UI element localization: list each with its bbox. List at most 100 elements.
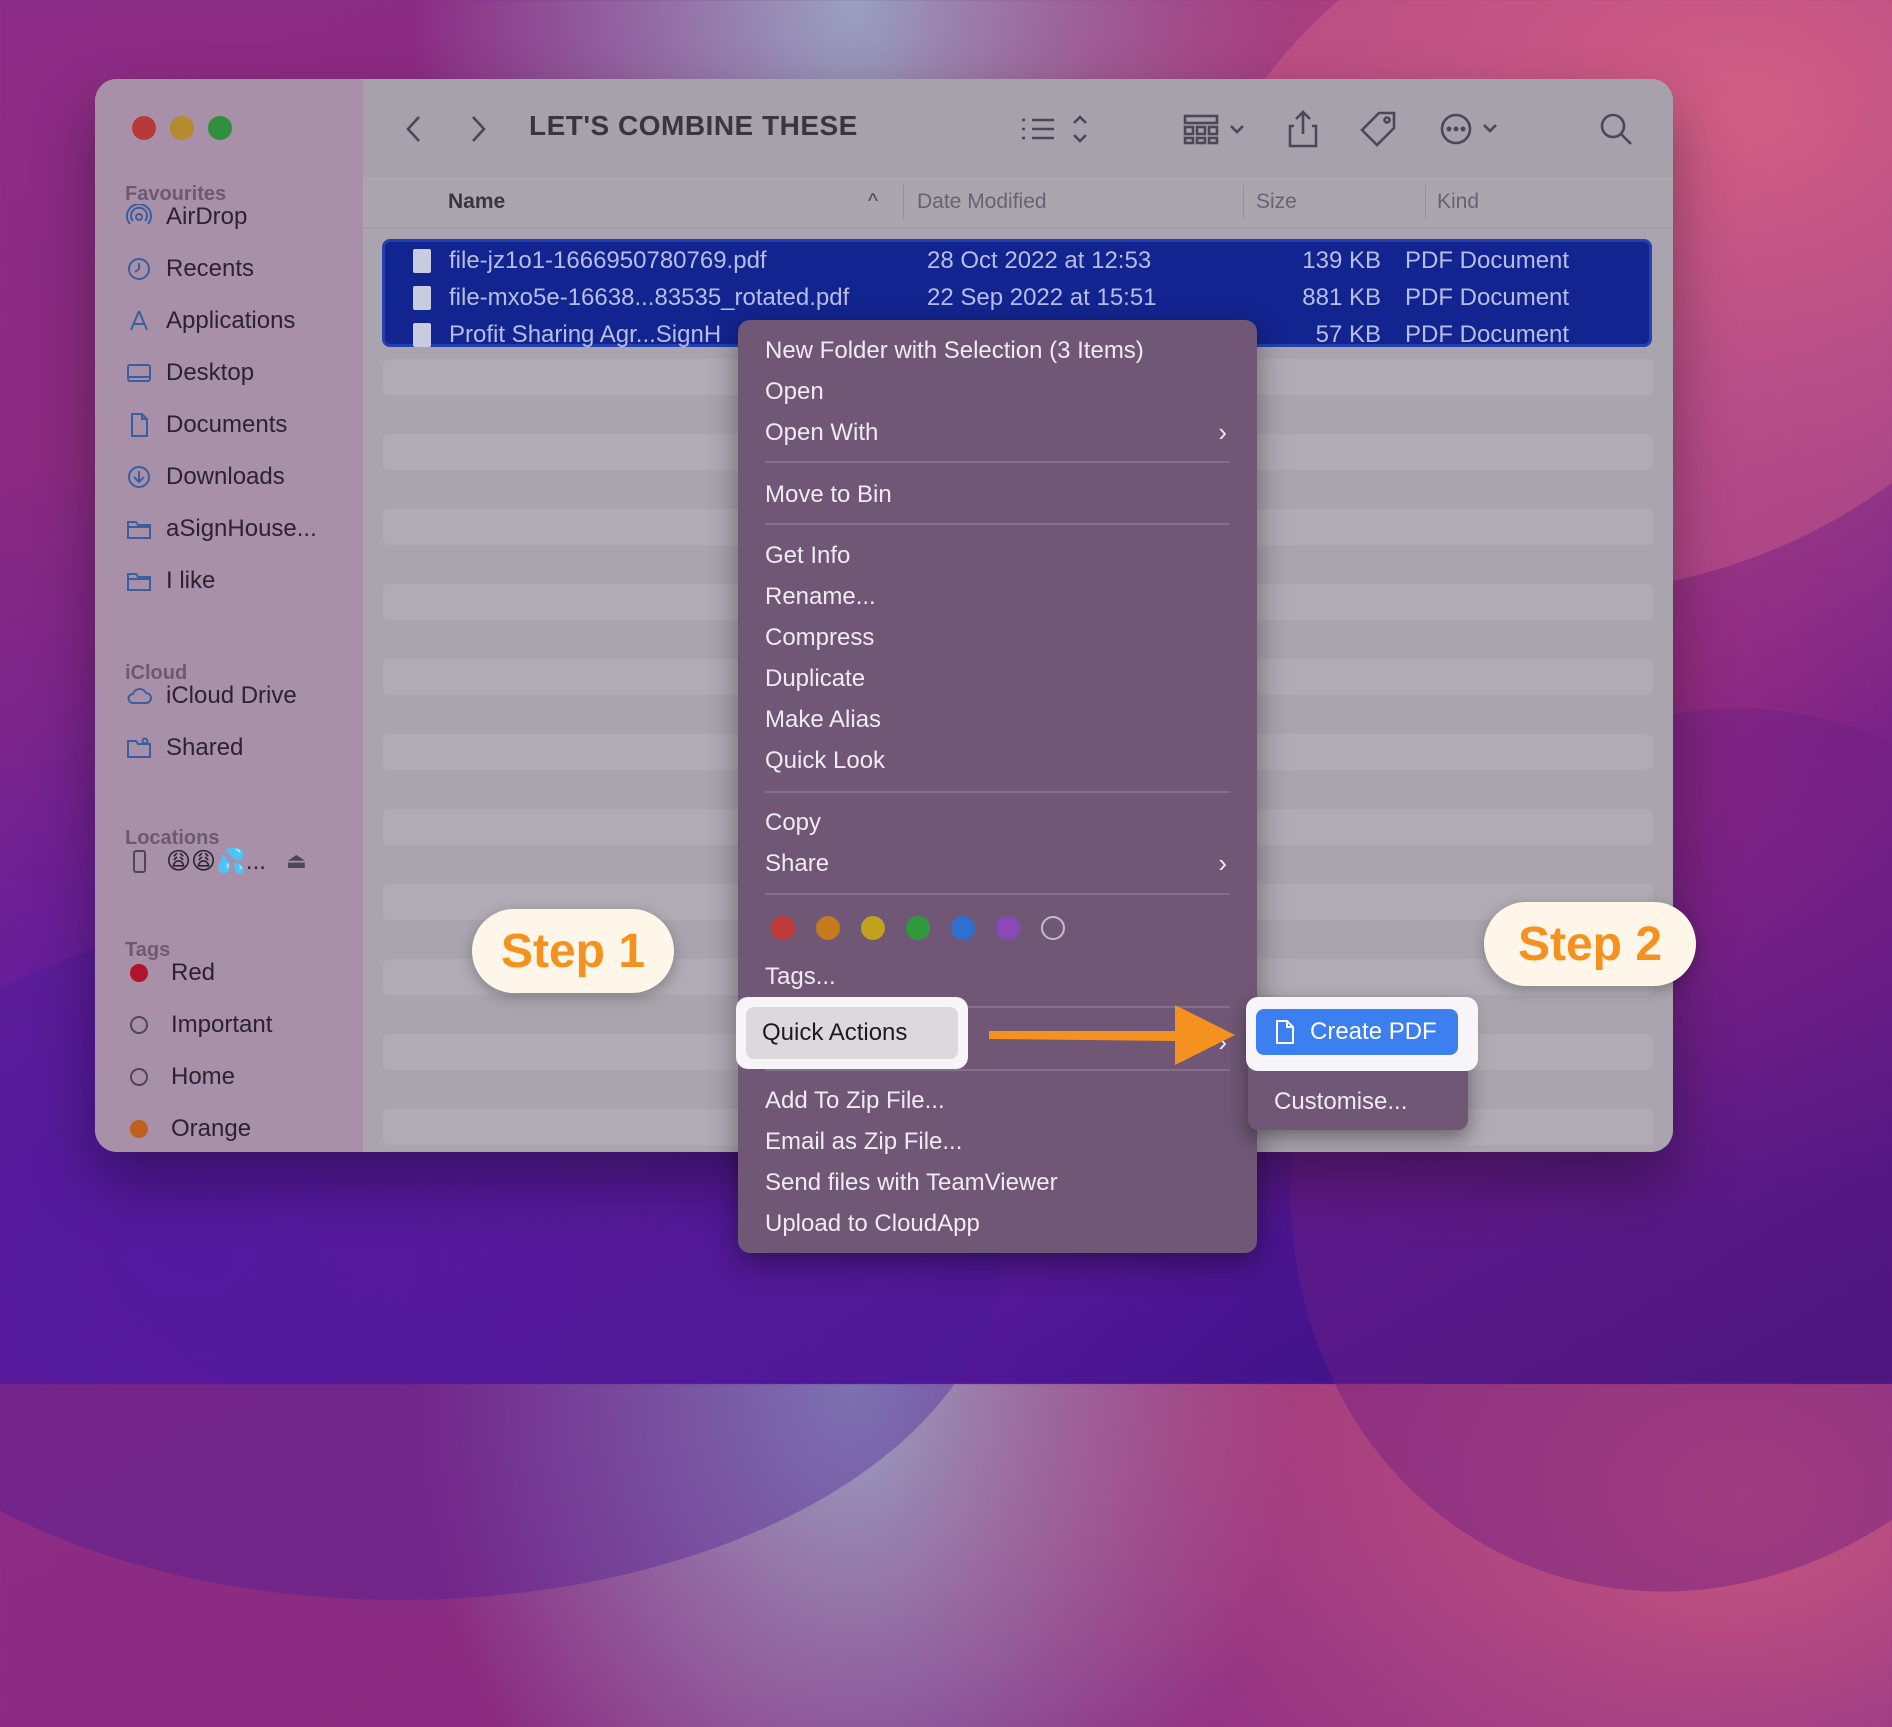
- menu-separator: [765, 791, 1230, 793]
- toolbar: LET'S COMBINE THESE: [363, 79, 1673, 177]
- column-divider: [1243, 185, 1244, 219]
- file-name: file-mxo5e-16638...83535_rotated.pdf: [449, 284, 850, 311]
- share-button[interactable]: [1283, 109, 1323, 149]
- sidebar-item-airdrop[interactable]: AirDrop: [125, 197, 247, 237]
- tag-color-yellow[interactable]: [861, 916, 885, 940]
- empty-tag-dot-icon: [130, 1016, 148, 1034]
- menu-item-send-teamviewer[interactable]: Send files with TeamViewer: [765, 1169, 1058, 1197]
- sidebar-item-tag-orange[interactable]: Orange: [125, 1109, 251, 1149]
- sidebar-item-icloud-drive[interactable]: iCloud Drive: [125, 676, 297, 716]
- column-date-modified[interactable]: Date Modified: [917, 190, 1047, 214]
- sidebar-item-downloads[interactable]: Downloads: [125, 457, 285, 497]
- sidebar-item-documents[interactable]: Documents: [125, 405, 287, 445]
- column-size[interactable]: Size: [1256, 190, 1297, 214]
- eject-icon[interactable]: ⏏: [286, 848, 307, 874]
- step-2-label: Step 2: [1484, 902, 1696, 986]
- quick-actions-highlight: Quick Actions: [736, 997, 968, 1069]
- document-icon: [1276, 1020, 1294, 1044]
- chevron-right-icon: [472, 116, 486, 142]
- chevron-right-icon: ›: [1218, 417, 1227, 447]
- create-pdf-label: Create PDF: [1310, 1018, 1437, 1045]
- sidebar-item-tag-home[interactable]: Home: [125, 1057, 235, 1097]
- tag-icon: [1360, 111, 1396, 147]
- folder-icon: [125, 567, 153, 595]
- arrow-annotation: [989, 1005, 1235, 1065]
- airdrop-icon: [125, 203, 153, 231]
- menu-item-open-with[interactable]: Open With: [765, 419, 878, 447]
- applications-icon: [125, 307, 153, 335]
- create-pdf-button[interactable]: Create PDF: [1256, 1009, 1458, 1055]
- menu-item-share[interactable]: Share: [765, 850, 829, 878]
- sidebar-item-device[interactable]: 😩😩💦... ⏏: [125, 841, 307, 881]
- menu-item-copy[interactable]: Copy: [765, 809, 821, 837]
- menu-item-tags[interactable]: Tags...: [765, 963, 836, 991]
- view-options-button[interactable]: [1013, 109, 1093, 149]
- sidebar-item-recents[interactable]: Recents: [125, 249, 254, 289]
- back-button[interactable]: [399, 109, 429, 149]
- sidebar-item-desktop[interactable]: Desktop: [125, 353, 254, 393]
- column-kind[interactable]: Kind: [1437, 190, 1479, 214]
- forward-button[interactable]: [463, 109, 493, 149]
- menu-separator: [765, 893, 1230, 895]
- file-row[interactable]: file-mxo5e-16638...83535_rotated.pdf 22 …: [385, 280, 1649, 316]
- tag-color-purple[interactable]: [996, 916, 1020, 940]
- menu-item-make-alias[interactable]: Make Alias: [765, 706, 881, 734]
- grid-icon: [1183, 114, 1244, 145]
- tag-color-blue[interactable]: [951, 916, 975, 940]
- ellipsis-circle-icon: [1440, 113, 1497, 145]
- tag-color-green[interactable]: [906, 916, 930, 940]
- menu-item-compress[interactable]: Compress: [765, 624, 874, 652]
- tag-color-red[interactable]: [771, 916, 795, 940]
- file-name: Profit Sharing Agr...SignH: [449, 321, 722, 348]
- more-actions-button[interactable]: [1438, 109, 1508, 149]
- menu-item-customise[interactable]: Customise...: [1274, 1088, 1407, 1116]
- sidebar-item-label: AirDrop: [166, 203, 248, 230]
- sidebar-item-label: iCloud Drive: [166, 682, 297, 709]
- chevron-left-icon: [406, 116, 420, 142]
- document-icon: [125, 411, 153, 439]
- sidebar-item-label: Downloads: [166, 463, 285, 490]
- menu-item-email-as-zip[interactable]: Email as Zip File...: [765, 1128, 962, 1156]
- sidebar-item-label: I like: [166, 567, 216, 594]
- sidebar-item-label: Shared: [166, 734, 244, 761]
- menu-item-quick-look[interactable]: Quick Look: [765, 747, 885, 775]
- file-size: 881 KB: [1302, 284, 1381, 311]
- menu-item-move-to-bin[interactable]: Move to Bin: [765, 481, 892, 509]
- tag-button[interactable]: [1358, 109, 1398, 149]
- sidebar-item-shared[interactable]: Shared: [125, 728, 243, 768]
- close-button[interactable]: [132, 116, 156, 140]
- menu-item-upload-cloudapp[interactable]: Upload to CloudApp: [765, 1210, 980, 1238]
- column-name[interactable]: Name: [448, 190, 505, 214]
- sidebar-item-applications[interactable]: Applications: [125, 301, 295, 341]
- menu-item-add-to-zip[interactable]: Add To Zip File...: [765, 1087, 945, 1115]
- pdf-file-icon: [413, 249, 431, 273]
- menu-separator: [765, 461, 1230, 463]
- menu-item-get-info[interactable]: Get Info: [765, 542, 850, 570]
- sidebar-item-tag-important[interactable]: Important: [125, 1005, 272, 1045]
- file-kind: PDF Document: [1405, 284, 1570, 311]
- empty-tag-dot-icon: [130, 1068, 148, 1086]
- group-button[interactable]: [1181, 109, 1251, 149]
- file-kind: PDF Document: [1405, 321, 1570, 348]
- sidebar-item-label: aSignHouse...: [166, 515, 317, 542]
- menu-item-new-folder-with-selection[interactable]: New Folder with Selection (3 Items): [765, 337, 1144, 365]
- zoom-button[interactable]: [208, 116, 232, 140]
- minimize-button[interactable]: [170, 116, 194, 140]
- menu-separator: [765, 523, 1230, 525]
- sidebar-item-tag-red[interactable]: Red: [125, 953, 215, 993]
- search-button[interactable]: [1596, 109, 1636, 149]
- file-row[interactable]: file-jz1o1-1666950780769.pdf 28 Oct 2022…: [385, 243, 1649, 279]
- sidebar-item-label: Applications: [166, 307, 296, 334]
- menu-item-rename[interactable]: Rename...: [765, 583, 876, 611]
- sidebar-item-asignhouse[interactable]: aSignHouse...: [125, 509, 317, 549]
- context-menu: New Folder with Selection (3 Items) Open…: [738, 320, 1257, 1253]
- tag-color-orange[interactable]: [816, 916, 840, 940]
- tag-color-none[interactable]: [1041, 916, 1065, 940]
- share-icon: [1288, 110, 1318, 148]
- menu-item-open[interactable]: Open: [765, 378, 824, 406]
- sidebar-item-label: Desktop: [166, 359, 255, 386]
- sidebar-item-i-like[interactable]: I like: [125, 561, 215, 601]
- menu-item-quick-actions[interactable]: Quick Actions: [746, 1007, 958, 1059]
- menu-item-duplicate[interactable]: Duplicate: [765, 665, 865, 693]
- create-pdf-highlight: Create PDF: [1246, 997, 1478, 1071]
